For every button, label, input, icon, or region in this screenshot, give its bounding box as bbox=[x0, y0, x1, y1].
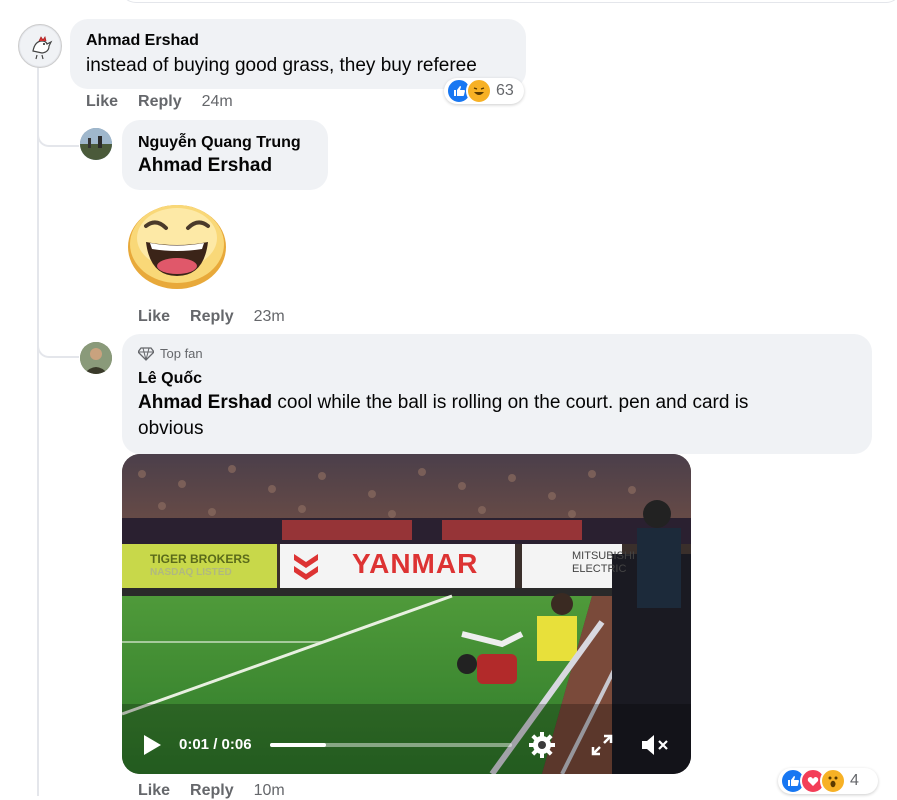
ad-text: NASDAQ LISTED bbox=[150, 567, 232, 578]
timestamp[interactable]: 10m bbox=[254, 782, 285, 799]
wow-icon bbox=[820, 768, 846, 794]
mention-tag[interactable]: Ahmad Ershad bbox=[138, 153, 272, 179]
settings-icon[interactable] bbox=[528, 731, 556, 764]
progress-track[interactable] bbox=[270, 743, 512, 747]
person-avatar-icon bbox=[80, 342, 112, 374]
ad-text: MITSUBISHI bbox=[572, 550, 635, 562]
reaction-count: 4 bbox=[850, 772, 859, 789]
like-button[interactable]: Like bbox=[86, 93, 118, 110]
video-player[interactable]: TIGER BROKERS NASDAQ LISTED YANMAR MITSU… bbox=[122, 454, 691, 774]
video-controls: 0:01 / 0:06 bbox=[122, 714, 691, 774]
comment-actions: Like Reply 10m bbox=[138, 782, 305, 800]
comment-actions: Like Reply 24m bbox=[86, 93, 253, 111]
ad-text: TIGER BROKERS bbox=[150, 552, 251, 566]
badge-label: Top fan bbox=[160, 346, 203, 361]
mute-icon[interactable] bbox=[640, 733, 670, 762]
comment-bubble: Nguyễn Quang Trung Ahmad Ershad bbox=[122, 120, 328, 190]
comment-author[interactable]: Lê Quốc bbox=[138, 370, 202, 388]
reaction-summary[interactable]: 4 bbox=[778, 768, 878, 794]
top-fan-badge[interactable]: Top fan bbox=[138, 346, 203, 361]
timestamp[interactable]: 24m bbox=[202, 93, 233, 110]
comment-author[interactable]: Ahmad Ershad bbox=[86, 32, 199, 50]
laughing-face-sticker bbox=[126, 200, 228, 290]
ad-text: ELECTRIC bbox=[572, 563, 627, 575]
previous-comment-edge bbox=[120, 0, 897, 3]
timestamp[interactable]: 23m bbox=[254, 308, 285, 325]
reaction-count: 63 bbox=[496, 82, 514, 99]
comment-author[interactable]: Nguyễn Quang Trung bbox=[138, 134, 301, 152]
fullscreen-icon[interactable] bbox=[590, 733, 614, 762]
thread-connector bbox=[37, 330, 79, 358]
play-icon[interactable] bbox=[142, 734, 162, 761]
progress-fill bbox=[270, 743, 326, 747]
comment-text: Ahmad Ershad cool while the ball is roll… bbox=[138, 390, 858, 442]
avatar[interactable] bbox=[18, 24, 62, 68]
comment-actions: Like Reply 23m bbox=[138, 308, 305, 326]
ad-board-text: YANMAR bbox=[352, 548, 479, 579]
haha-icon bbox=[466, 78, 492, 104]
time-display: 0:01 / 0:06 bbox=[179, 736, 252, 753]
reply-button[interactable]: Reply bbox=[190, 782, 234, 799]
ad-board-text: TIGER BROKERS NASDAQ LISTED bbox=[150, 552, 250, 580]
ad-board-text: MITSUBISHI ELECTRIC bbox=[572, 550, 635, 576]
like-button[interactable]: Like bbox=[138, 782, 170, 799]
comment-text-line: cool while the ball is rolling on the co… bbox=[272, 392, 749, 413]
rooster-avatar-icon bbox=[20, 26, 60, 66]
avatar[interactable] bbox=[80, 128, 112, 160]
reaction-summary[interactable]: 63 bbox=[444, 78, 524, 104]
avatar[interactable] bbox=[80, 342, 112, 374]
comment-bubble: Top fan Lê Quốc Ahmad Ershad cool while … bbox=[122, 334, 872, 454]
diamond-icon bbox=[138, 346, 154, 361]
like-button[interactable]: Like bbox=[138, 308, 170, 325]
comment-text: instead of buying good grass, they buy r… bbox=[86, 55, 477, 76]
reply-button[interactable]: Reply bbox=[190, 308, 234, 325]
landscape-avatar-icon bbox=[80, 128, 112, 160]
comment-text-line: obvious bbox=[138, 418, 204, 439]
reply-button[interactable]: Reply bbox=[138, 93, 182, 110]
thread-connector bbox=[37, 123, 79, 147]
thread-line bbox=[37, 66, 39, 796]
mention-tag[interactable]: Ahmad Ershad bbox=[138, 392, 272, 413]
